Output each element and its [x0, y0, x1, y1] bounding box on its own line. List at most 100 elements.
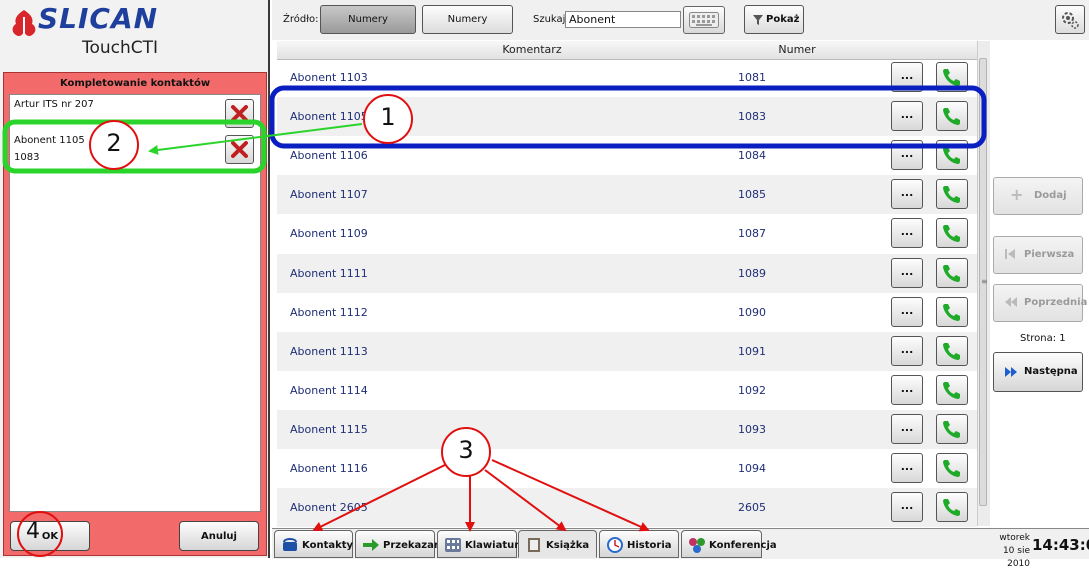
clock-time: 14:43:00	[1032, 536, 1089, 554]
row-number: 1081	[738, 71, 766, 84]
public-numbers-button[interactable]: Numery publiczne	[422, 5, 513, 52]
row-details-button[interactable]: ...	[891, 413, 923, 444]
search-label: Szukaj:	[533, 14, 569, 25]
table-row[interactable]: Abonent 1114 1092...	[277, 371, 977, 410]
row-details-button[interactable]: ...	[891, 492, 923, 523]
date-label: 10 sie 2010	[1002, 546, 1030, 569]
row-number: 1094	[738, 462, 766, 475]
gear-icon	[1062, 12, 1079, 29]
next-label: Następna	[1024, 366, 1078, 377]
brand-name: SLICAN	[38, 2, 159, 35]
forward-arrow-icon	[363, 539, 379, 551]
table-row[interactable]: Abonent 1116 1094...	[277, 449, 977, 488]
completion-item[interactable]: Abonent 1105 1083	[11, 132, 259, 169]
first-label: Pierwsza	[1024, 249, 1075, 260]
add-button[interactable]: + Dodaj	[993, 177, 1083, 215]
row-number: 1089	[738, 266, 766, 280]
previous-page-button[interactable]: Poprzednia	[993, 284, 1087, 322]
grid-scrollbar-thumb[interactable]: ≡	[979, 58, 988, 506]
phone-call-icon	[943, 186, 960, 204]
completion-item-number: 1083	[14, 152, 40, 163]
remove-item-button[interactable]	[225, 135, 254, 164]
row-call-button[interactable]	[936, 374, 968, 405]
left-panel: SLICAN TouchCTI Kompletowanie kontaktów …	[0, 0, 270, 558]
search-input[interactable]: Abonent	[565, 11, 681, 28]
row-call-button[interactable]	[936, 140, 968, 171]
tab-kontakty[interactable]: Kontakty	[274, 530, 353, 558]
next-page-button[interactable]: Następna	[993, 352, 1083, 392]
keypad-icon	[445, 538, 461, 552]
row-call-button[interactable]	[936, 296, 968, 327]
conference-icon	[689, 538, 705, 553]
row-details-button[interactable]: ...	[891, 257, 923, 288]
row-comment: Abonent 1107	[290, 188, 368, 202]
row-call-button[interactable]	[936, 492, 968, 523]
delete-x-icon	[231, 105, 248, 122]
row-number: 1087	[738, 227, 766, 241]
row-call-button[interactable]	[936, 179, 968, 210]
cancel-button[interactable]: Anuluj	[179, 521, 259, 551]
row-comment: Abonent 1115	[290, 422, 368, 436]
table-row[interactable]: Abonent 1113 1091...	[277, 331, 977, 371]
tab-przekazane[interactable]: Przekazane	[355, 530, 448, 558]
row-number: 1092	[738, 383, 766, 397]
row-call-button[interactable]	[936, 453, 968, 483]
tab-klawiatura[interactable]: Klawiatura	[437, 530, 526, 558]
on-screen-keyboard-button[interactable]	[683, 6, 725, 34]
tab-historia[interactable]: Historia	[599, 530, 679, 558]
row-details-button[interactable]: ...	[891, 296, 923, 327]
keyboard-icon	[689, 12, 719, 28]
row-details-button[interactable]: ...	[891, 62, 923, 92]
internal-numbers-button[interactable]: Numery wewnętrzne	[320, 5, 416, 52]
row-details-button[interactable]: ...	[891, 453, 923, 483]
previous-page-icon	[1005, 297, 1017, 307]
phone-book-icon	[283, 538, 297, 551]
completion-item[interactable]: Artur ITS nr 207	[11, 96, 259, 133]
table-row[interactable]: Abonent 1111 1089...	[277, 253, 977, 293]
row-call-button[interactable]	[936, 335, 968, 366]
row-number: 1083	[738, 110, 766, 124]
row-call-button[interactable]	[936, 101, 968, 132]
row-comment: Abonent 1112	[290, 305, 368, 319]
row-details-button[interactable]: ...	[891, 179, 923, 210]
row-details-button[interactable]: ...	[891, 101, 923, 132]
row-details-button[interactable]: ...	[891, 140, 923, 171]
row-call-button[interactable]	[936, 62, 968, 92]
tab-książka[interactable]: Książka	[518, 530, 597, 558]
table-row[interactable]: Abonent 1106 1084...	[277, 136, 977, 175]
first-page-button[interactable]: Pierwsza	[993, 236, 1083, 274]
row-call-button[interactable]	[936, 257, 968, 288]
row-number: 1090	[738, 305, 766, 319]
tab-konferencja[interactable]: Konferencja	[681, 530, 777, 558]
table-row[interactable]: Abonent 1109 1087...	[277, 214, 977, 253]
filter-icon	[753, 15, 763, 25]
table-row[interactable]: Abonent 1105 1083...	[277, 97, 977, 137]
table-row[interactable]: Abonent 1112 1090...	[277, 293, 977, 332]
plus-icon: +	[1010, 185, 1024, 204]
remove-item-button[interactable]	[225, 99, 254, 128]
page-indicator: Strona: 1	[1020, 333, 1066, 344]
phone-call-icon	[943, 342, 960, 360]
ok-button[interactable]: OK	[10, 521, 90, 551]
tab-label: Kontakty	[302, 540, 354, 551]
weekday-label: wtorek	[999, 533, 1030, 543]
row-details-button[interactable]: ...	[891, 374, 923, 405]
scroll-grip-icon: ≡	[981, 277, 988, 286]
table-row[interactable]: Abonent 1115 1093...	[277, 409, 977, 449]
table-row[interactable]: Abonent 2605 2605...	[277, 488, 977, 528]
row-comment: Abonent 1109	[290, 227, 368, 241]
table-row[interactable]: Abonent 1103 1081...	[277, 58, 977, 97]
show-label: Pokaż	[766, 14, 800, 25]
table-row[interactable]: Abonent 1107 1085...	[277, 175, 977, 215]
row-call-button[interactable]	[936, 413, 968, 444]
row-details-button[interactable]: ...	[891, 218, 923, 249]
row-comment: Abonent 1105	[290, 110, 368, 124]
tab-label: Konferencja	[709, 540, 777, 551]
row-comment: Abonent 2605	[290, 501, 368, 515]
show-button[interactable]: Pokaż	[744, 5, 804, 34]
row-comment: Abonent 1116	[290, 462, 368, 475]
row-call-button[interactable]	[936, 218, 968, 249]
row-details-button[interactable]: ...	[891, 335, 923, 366]
settings-button[interactable]	[1055, 5, 1085, 34]
phone-call-icon	[943, 499, 960, 517]
